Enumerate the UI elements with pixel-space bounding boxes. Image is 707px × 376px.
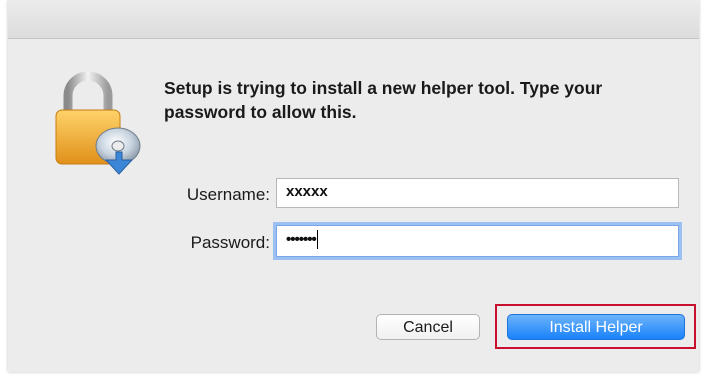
password-label: Password: bbox=[190, 233, 270, 252]
text-caret bbox=[316, 230, 318, 249]
dialog-titlebar[interactable] bbox=[8, 0, 699, 39]
lock-with-disc-icon bbox=[55, 71, 141, 175]
username-field[interactable]: xxxxx bbox=[276, 178, 679, 208]
cancel-button[interactable]: Cancel bbox=[376, 314, 480, 340]
password-field[interactable]: ••••••• bbox=[276, 225, 679, 257]
highlight-outline bbox=[495, 304, 696, 349]
username-value: xxxxx bbox=[286, 183, 328, 200]
dialog-message: Setup is trying to install a new helper … bbox=[164, 78, 603, 122]
username-label: Username: bbox=[186, 185, 270, 204]
authentication-dialog: Setup is trying to install a new helper … bbox=[8, 0, 699, 372]
password-masked-value: ••••••• bbox=[286, 231, 317, 248]
